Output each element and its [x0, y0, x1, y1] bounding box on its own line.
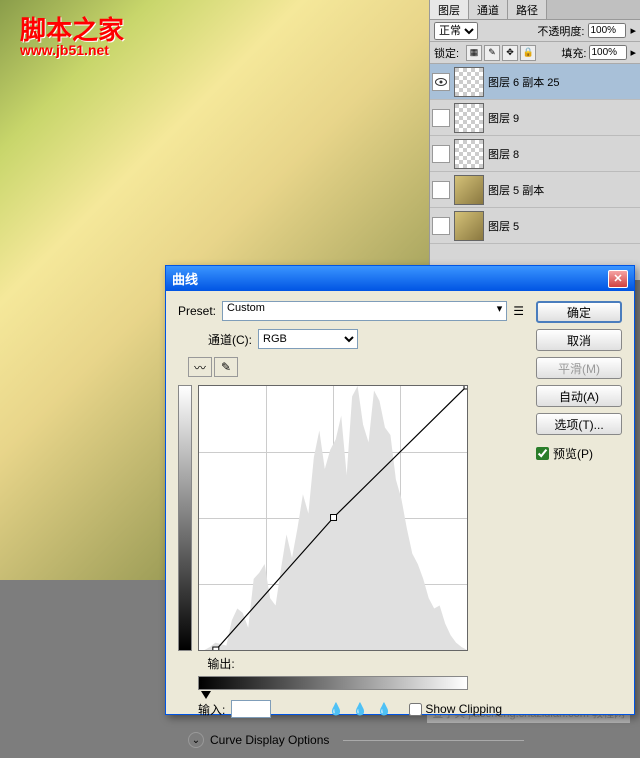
fill-input[interactable] — [589, 45, 627, 60]
curves-dialog: 曲线 ✕ Preset: Custom▾ ☰ 通道(C): RGB 〰 ✎ — [165, 265, 635, 715]
tab-paths[interactable]: 路径 — [508, 0, 547, 19]
ok-button[interactable]: 确定 — [536, 301, 622, 323]
layer-thumbnail[interactable] — [454, 211, 484, 241]
chevron-down-icon[interactable]: ▸ — [630, 24, 636, 37]
blend-mode-select[interactable]: 正常 — [434, 22, 478, 40]
layer-row[interactable]: 图层 8 — [430, 136, 640, 172]
panel-tabs: 图层 通道 路径 — [430, 0, 640, 20]
input-label: 输入: — [198, 701, 225, 718]
opacity-input[interactable] — [588, 23, 626, 38]
opacity-label: 不透明度: — [537, 23, 584, 39]
smooth-button[interactable]: 平滑(M) — [536, 357, 622, 379]
show-clipping-checkbox[interactable] — [409, 703, 422, 716]
lock-transparent-icon[interactable]: ▦ — [466, 45, 482, 61]
histogram — [199, 386, 467, 650]
watermark-url: www.jb51.net — [20, 42, 109, 58]
preset-label: Preset: — [178, 304, 216, 318]
layer-row[interactable]: 图层 6 副本 25 — [430, 64, 640, 100]
visibility-toggle[interactable] — [432, 145, 450, 163]
layer-name[interactable]: 图层 5 副本 — [488, 182, 638, 198]
layer-name[interactable]: 图层 6 副本 25 — [488, 74, 638, 90]
layer-row[interactable]: 图层 5 副本 — [430, 172, 640, 208]
dialog-title: 曲线 — [172, 269, 198, 288]
show-clipping-row[interactable]: Show Clipping — [409, 702, 502, 716]
layer-name[interactable]: 图层 8 — [488, 146, 638, 162]
channel-select[interactable]: RGB — [258, 329, 358, 349]
curve-display-toggle-icon[interactable]: ⌄ — [188, 732, 204, 748]
preview-row[interactable]: 预览(P) — [536, 445, 622, 462]
curve-tool-icon[interactable]: 〰 — [188, 357, 212, 377]
black-eyedropper-icon[interactable]: 💧 — [327, 700, 345, 718]
visibility-toggle[interactable] — [432, 181, 450, 199]
layer-name[interactable]: 图层 9 — [488, 110, 638, 126]
output-label: 输出: — [0, 655, 524, 672]
input-gradient — [198, 676, 468, 690]
preset-menu-icon[interactable]: ☰ — [513, 304, 524, 318]
preview-checkbox[interactable] — [536, 447, 549, 460]
gray-eyedropper-icon[interactable]: 💧 — [351, 700, 369, 718]
chevron-down-icon[interactable]: ▸ — [630, 46, 636, 59]
input-value[interactable] — [231, 700, 271, 718]
options-button[interactable]: 选项(T)... — [536, 413, 622, 435]
cancel-button[interactable]: 取消 — [536, 329, 622, 351]
layer-row[interactable]: 图层 5 — [430, 208, 640, 244]
lock-row: 锁定: ▦ ✎ ✥ 🔒 填充: ▸ — [430, 42, 640, 64]
lock-move-icon[interactable]: ✥ — [502, 45, 518, 61]
white-eyedropper-icon[interactable]: 💧 — [375, 700, 393, 718]
fill-label: 填充: — [561, 45, 586, 61]
curve-display-options-label: Curve Display Options — [210, 733, 329, 747]
visibility-toggle[interactable] — [432, 109, 450, 127]
layer-thumbnail[interactable] — [454, 139, 484, 169]
layer-row[interactable]: 图层 9 — [430, 100, 640, 136]
lock-label: 锁定: — [434, 45, 459, 61]
lock-all-icon[interactable]: 🔒 — [520, 45, 536, 61]
close-icon[interactable]: ✕ — [608, 270, 628, 288]
tab-channels[interactable]: 通道 — [469, 0, 508, 19]
layer-thumbnail[interactable] — [454, 103, 484, 133]
layers-panel: 图层 通道 路径 正常 不透明度: ▸ 锁定: ▦ ✎ ✥ 🔒 填充: ▸ 图层… — [429, 0, 640, 280]
black-point-slider[interactable] — [201, 691, 211, 699]
visibility-toggle[interactable] — [432, 217, 450, 235]
layer-thumbnail[interactable] — [454, 175, 484, 205]
auto-button[interactable]: 自动(A) — [536, 385, 622, 407]
dialog-titlebar[interactable]: 曲线 ✕ — [166, 266, 634, 291]
visibility-toggle[interactable] — [432, 73, 450, 91]
pencil-tool-icon[interactable]: ✎ — [214, 357, 238, 377]
layer-name[interactable]: 图层 5 — [488, 218, 638, 234]
preset-select[interactable]: Custom▾ — [222, 301, 507, 321]
output-gradient — [178, 385, 192, 651]
channel-label: 通道(C): — [208, 331, 252, 348]
blend-row: 正常 不透明度: ▸ — [430, 20, 640, 42]
lock-brush-icon[interactable]: ✎ — [484, 45, 500, 61]
layer-thumbnail[interactable] — [454, 67, 484, 97]
curve-grid[interactable] — [198, 385, 468, 651]
tab-layers[interactable]: 图层 — [430, 0, 469, 19]
layers-list: 图层 6 副本 25 图层 9 图层 8 图层 5 副本 图层 5 — [430, 64, 640, 244]
